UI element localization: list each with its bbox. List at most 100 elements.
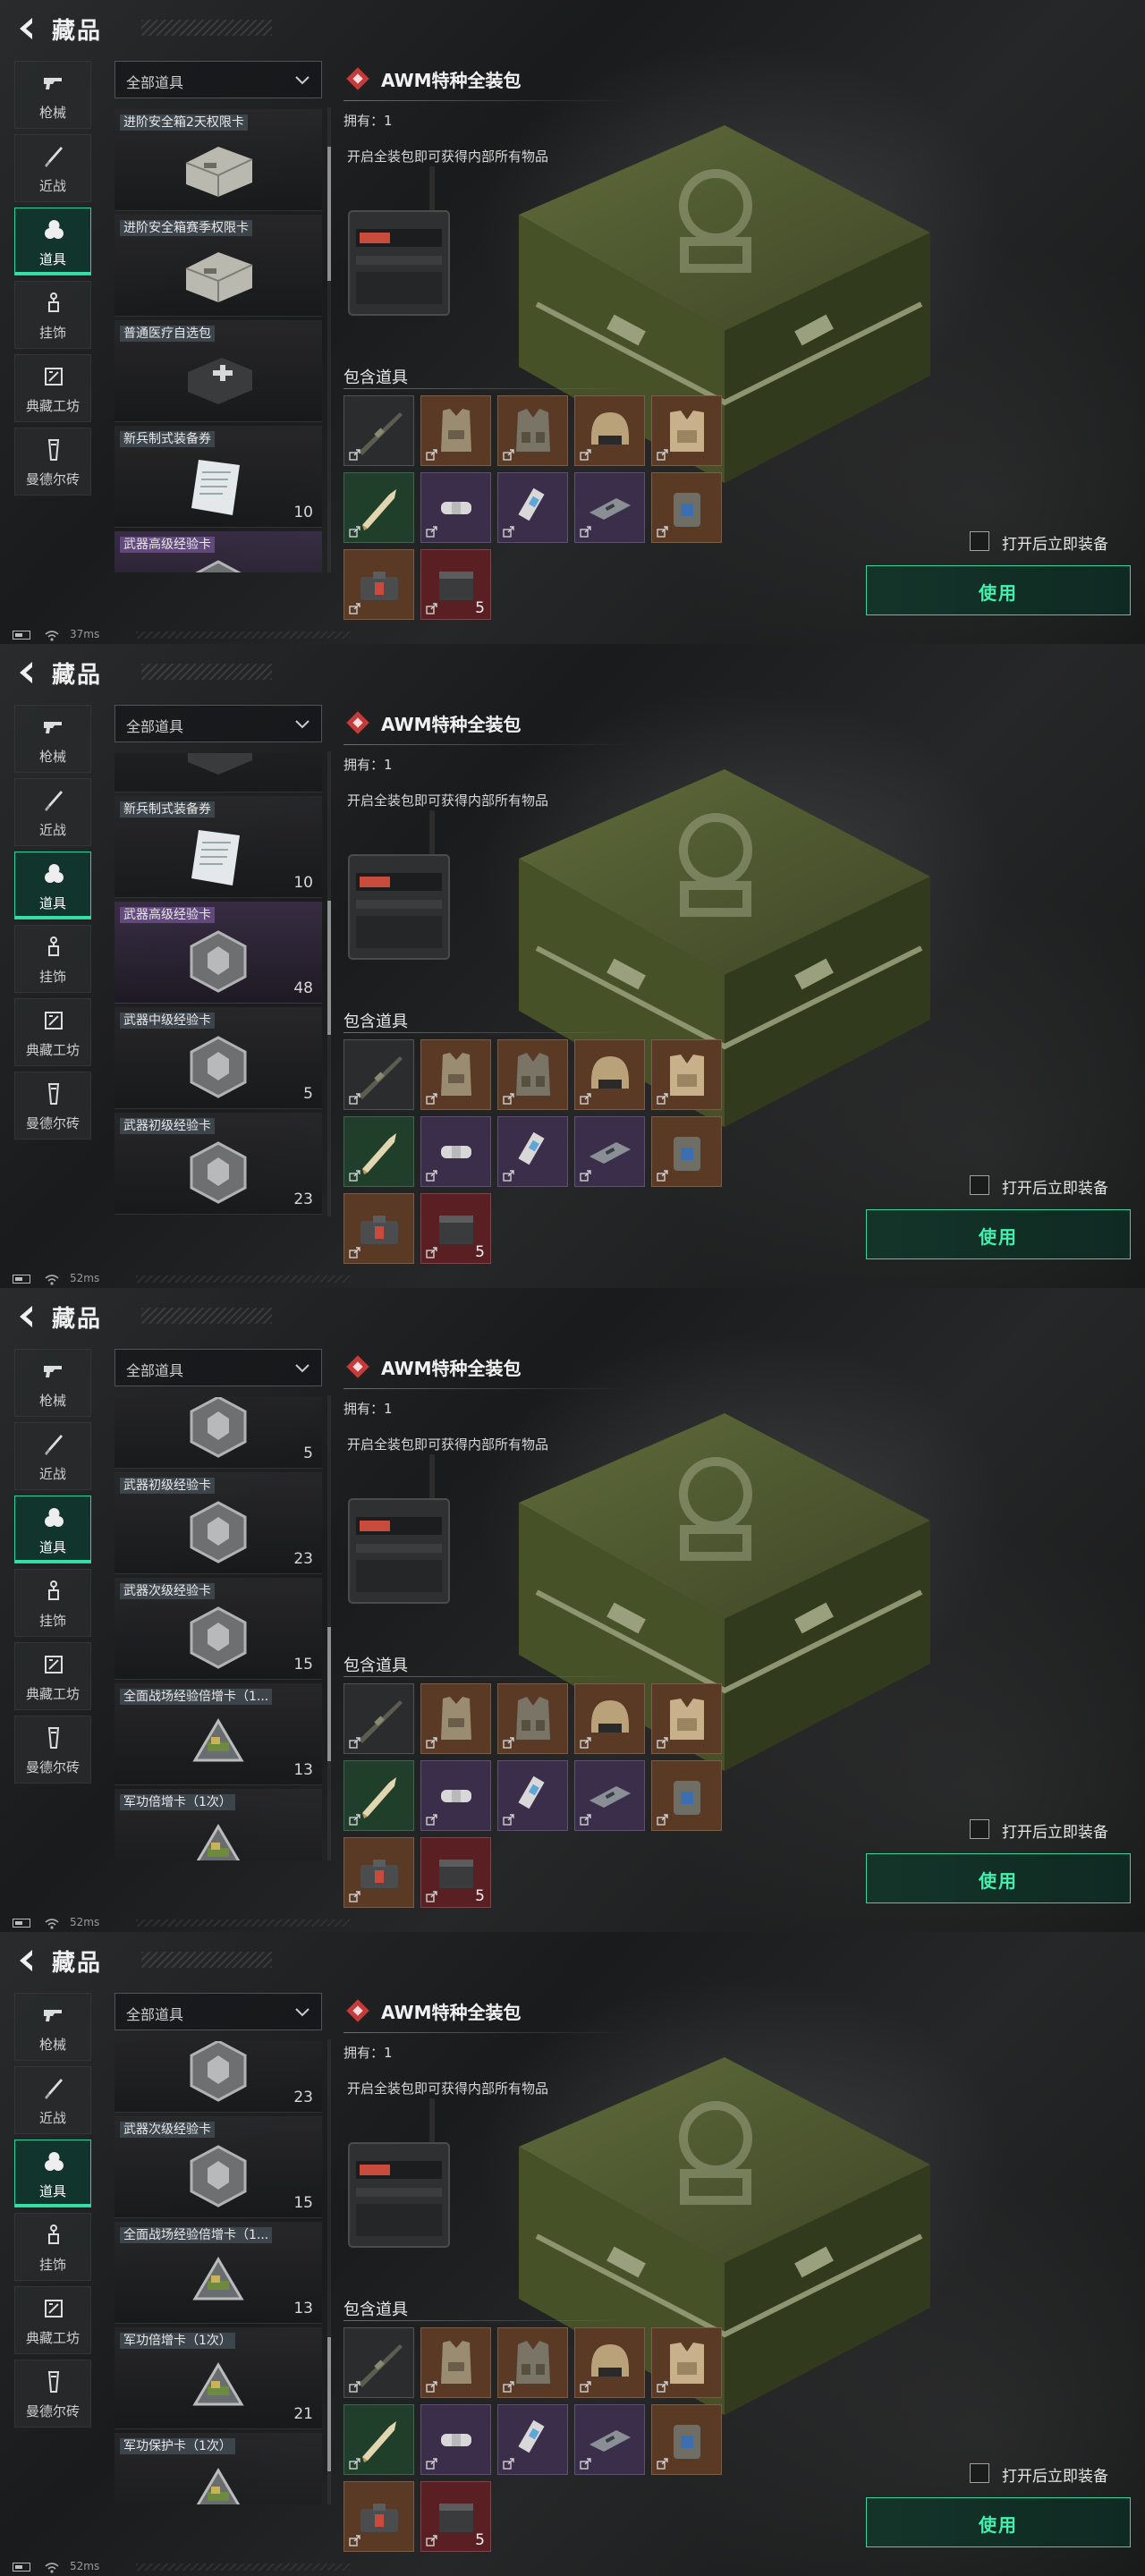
content-slot[interactable] — [497, 395, 568, 466]
auto-equip-toggle[interactable]: 打开后立即装备 — [970, 1818, 1131, 1842]
list-scrollbar[interactable] — [327, 751, 331, 1216]
content-slot[interactable] — [651, 1683, 722, 1754]
content-slot[interactable] — [344, 1837, 414, 1908]
list-item[interactable]: 武器高级经验卡48 — [114, 531, 322, 572]
content-slot[interactable] — [574, 1683, 645, 1754]
checkbox[interactable] — [970, 1819, 989, 1839]
nav-item-1[interactable]: 近战 — [14, 2066, 91, 2134]
scroll-thumb[interactable] — [327, 901, 331, 1035]
list-scrollbar[interactable] — [327, 1395, 331, 1860]
content-slot[interactable] — [497, 1760, 568, 1831]
content-slot[interactable] — [497, 2327, 568, 2398]
list-item[interactable]: 武器初级经验卡 23 — [114, 1472, 322, 1574]
content-slot[interactable] — [344, 2327, 414, 2398]
list-item[interactable]: 武器次级经验卡 15 — [114, 1578, 322, 1680]
use-button[interactable]: 使用 — [866, 1209, 1131, 1259]
content-slot[interactable] — [344, 1683, 414, 1754]
content-slot[interactable] — [574, 1760, 645, 1831]
list-scrollbar[interactable] — [327, 2039, 331, 2504]
content-slot[interactable] — [574, 472, 645, 543]
filter-dropdown[interactable]: 全部道具 — [114, 61, 322, 98]
nav-item-3[interactable]: 挂饰 — [14, 1569, 91, 1637]
content-slot[interactable] — [651, 1039, 722, 1110]
content-slot[interactable] — [420, 395, 491, 466]
content-slot[interactable]: 5 — [420, 1193, 491, 1264]
back-arrow-icon[interactable] — [13, 1301, 43, 1332]
checkbox[interactable] — [970, 2463, 989, 2483]
list-item[interactable]: 普通医疗自选包 — [114, 320, 322, 422]
use-button[interactable]: 使用 — [866, 2497, 1131, 2547]
auto-equip-toggle[interactable]: 打开后立即装备 — [970, 2462, 1131, 2486]
content-slot[interactable] — [420, 2327, 491, 2398]
list-item[interactable]: 武器初级经验卡 23 — [114, 1113, 322, 1215]
list-item[interactable]: 全面战场经验倍增卡（1... 13 — [114, 1683, 322, 1785]
content-slot[interactable] — [651, 472, 722, 543]
back-arrow-icon[interactable] — [13, 13, 43, 44]
content-slot[interactable] — [574, 2404, 645, 2475]
list-item[interactable]: 新兵制式装备券 10 — [114, 426, 322, 528]
nav-item-2[interactable]: 道具 — [14, 852, 91, 919]
content-slot[interactable] — [420, 1760, 491, 1831]
nav-item-5[interactable]: 曼德尔砖 — [14, 428, 91, 496]
nav-item-1[interactable]: 近战 — [14, 778, 91, 846]
list-item[interactable]: 军功倍增卡（1次） — [114, 1789, 322, 1860]
content-slot[interactable] — [344, 2404, 414, 2475]
list-item[interactable]: 武器中级经验卡5 — [114, 1397, 322, 1469]
content-slot[interactable] — [574, 395, 645, 466]
content-slot[interactable]: 5 — [420, 1837, 491, 1908]
nav-item-3[interactable]: 挂饰 — [14, 925, 91, 993]
content-slot[interactable]: 5 — [420, 549, 491, 620]
list-item[interactable]: 进阶安全箱赛季权限卡 — [114, 215, 322, 317]
content-slot[interactable] — [574, 2327, 645, 2398]
list-scrollbar[interactable] — [327, 107, 331, 572]
nav-item-5[interactable]: 曼德尔砖 — [14, 1072, 91, 1140]
nav-item-3[interactable]: 挂饰 — [14, 281, 91, 349]
content-slot[interactable] — [497, 2404, 568, 2475]
nav-item-1[interactable]: 近战 — [14, 1422, 91, 1490]
checkbox[interactable] — [970, 531, 989, 551]
content-slot[interactable] — [420, 472, 491, 543]
content-slot[interactable] — [651, 395, 722, 466]
nav-item-4[interactable]: 典藏工坊 — [14, 354, 91, 422]
content-slot[interactable] — [497, 1683, 568, 1754]
nav-item-2[interactable]: 道具 — [14, 208, 91, 275]
scroll-thumb[interactable] — [327, 147, 331, 281]
content-slot[interactable] — [497, 1116, 568, 1187]
list-item[interactable]: 军功倍增卡（1次） 21 — [114, 2327, 322, 2429]
nav-item-0[interactable]: 枪械 — [14, 61, 91, 129]
content-slot[interactable] — [344, 549, 414, 620]
content-slot[interactable] — [651, 1760, 722, 1831]
content-slot[interactable] — [651, 1116, 722, 1187]
nav-item-5[interactable]: 曼德尔砖 — [14, 1716, 91, 1784]
nav-item-4[interactable]: 典藏工坊 — [14, 1642, 91, 1710]
content-slot[interactable] — [420, 1683, 491, 1754]
use-button[interactable]: 使用 — [866, 1853, 1131, 1903]
back-arrow-icon[interactable] — [13, 1945, 43, 1976]
list-item[interactable]: 23 — [114, 2041, 322, 2113]
content-slot[interactable] — [344, 395, 414, 466]
checkbox[interactable] — [970, 1175, 989, 1195]
content-slot[interactable] — [344, 1116, 414, 1187]
nav-item-5[interactable]: 曼德尔砖 — [14, 2360, 91, 2428]
content-slot[interactable] — [574, 1039, 645, 1110]
nav-item-0[interactable]: 枪械 — [14, 1993, 91, 2061]
nav-item-0[interactable]: 枪械 — [14, 705, 91, 773]
list-item[interactable]: 全面战场经验倍增卡（1... 13 — [114, 2222, 322, 2324]
content-slot[interactable] — [344, 1039, 414, 1110]
content-slot[interactable] — [344, 472, 414, 543]
content-slot[interactable] — [420, 2404, 491, 2475]
content-slot[interactable] — [344, 1193, 414, 1264]
nav-item-1[interactable]: 近战 — [14, 134, 91, 202]
filter-dropdown[interactable]: 全部道具 — [114, 1993, 322, 2030]
content-slot[interactable] — [420, 1039, 491, 1110]
scroll-thumb[interactable] — [327, 1627, 331, 1761]
nav-item-0[interactable]: 枪械 — [14, 1349, 91, 1417]
content-slot[interactable] — [497, 1039, 568, 1110]
back-arrow-icon[interactable] — [13, 657, 43, 688]
nav-item-2[interactable]: 道具 — [14, 1496, 91, 1563]
list-item[interactable]: 武器中级经验卡5 — [114, 1007, 322, 1109]
content-slot[interactable] — [420, 1116, 491, 1187]
nav-item-3[interactable]: 挂饰 — [14, 2213, 91, 2281]
content-slot[interactable] — [344, 1760, 414, 1831]
list-item[interactable]: 武器高级经验卡48 — [114, 902, 322, 1004]
